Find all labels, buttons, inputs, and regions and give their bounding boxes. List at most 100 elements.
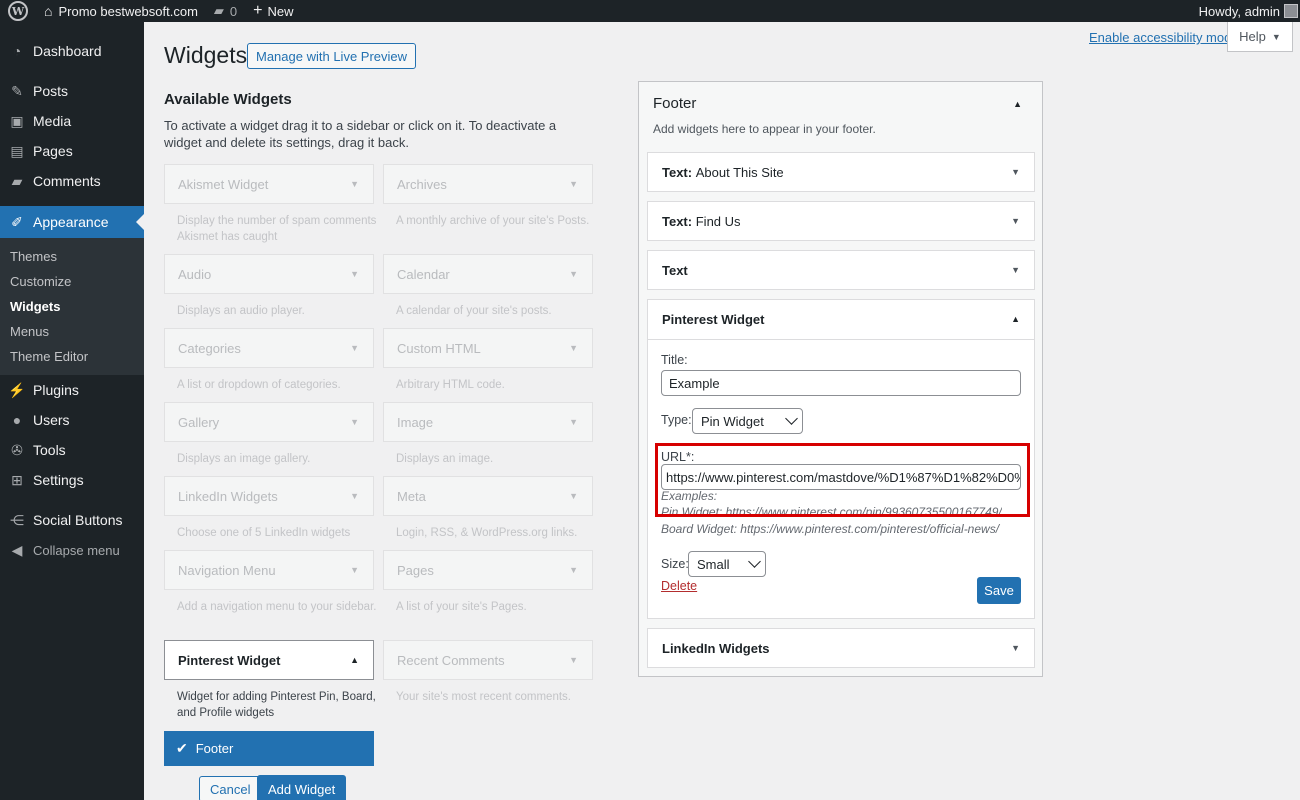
sidebar-item-dashboard[interactable]: ◔ Dashboard xyxy=(0,36,144,66)
sidebar-item-media[interactable]: ▣ Media xyxy=(0,106,144,136)
caret-up-icon[interactable]: ▲ xyxy=(1013,99,1022,109)
site-name-link[interactable]: ⌂ Promo bestwebsoft.com xyxy=(36,0,206,22)
live-preview-button[interactable]: Manage with Live Preview xyxy=(247,43,417,69)
sidebar-item-plugins[interactable]: ⚡ Plugins xyxy=(0,375,144,405)
widget-title: Archives xyxy=(397,176,447,192)
widget-linkedin[interactable]: LinkedIn Widgets ▼ xyxy=(164,476,374,516)
sidebar-item-label: Comments xyxy=(33,173,101,189)
caret-down-icon: ▼ xyxy=(569,269,578,279)
widget-audio[interactable]: Audio ▼ xyxy=(164,254,374,294)
caret-down-icon: ▼ xyxy=(350,343,359,353)
sidebar-item-label: Media xyxy=(33,113,72,129)
widget-description: Displays an image. xyxy=(396,453,494,465)
submenu-item-widgets[interactable]: Widgets xyxy=(0,294,144,319)
add-widget-button[interactable]: Add Widget xyxy=(257,775,347,800)
footer-widget-about[interactable]: Text: About This Site ▼ xyxy=(647,152,1035,192)
footer-sidebar-description: Add widgets here to appear in your foote… xyxy=(653,122,876,136)
chooser-sidebar-footer[interactable]: ✔ Footer xyxy=(164,731,374,766)
widget-title: Gallery xyxy=(178,414,220,430)
howdy-text: Howdy, admin xyxy=(1198,3,1280,19)
sidebar-item-users[interactable]: ● Users xyxy=(0,405,144,435)
sidebar-item-posts[interactable]: ✎ Posts xyxy=(0,76,144,106)
caret-down-icon: ▼ xyxy=(1011,265,1020,275)
widget-akismet[interactable]: Akismet Widget ▼ xyxy=(164,164,374,204)
widget-description: Displays an audio player. xyxy=(177,305,305,317)
sidebar-item-label: Settings xyxy=(33,472,84,488)
comment-bubble-icon: ▰ xyxy=(213,3,224,18)
wordpress-logo[interactable]: W xyxy=(0,0,36,22)
submenu-item-themes[interactable]: Themes xyxy=(0,244,144,269)
size-select[interactable]: Small xyxy=(688,551,766,577)
widget-title: Categories xyxy=(178,340,241,356)
caret-down-icon: ▼ xyxy=(350,565,359,575)
caret-down-icon: ▼ xyxy=(569,417,578,427)
type-label: Type: xyxy=(661,413,692,427)
widget-description: Login, RSS, & WordPress.org links. xyxy=(396,527,578,539)
chevron-down-icon xyxy=(785,412,798,425)
avatar xyxy=(1284,4,1298,18)
submenu-item-menus[interactable]: Menus xyxy=(0,319,144,344)
sidebar-item-comments[interactable]: ▰ Comments xyxy=(0,166,144,196)
widget-gallery[interactable]: Gallery ▼ xyxy=(164,402,374,442)
sidebar-item-appearance[interactable]: ✐ Appearance xyxy=(0,206,144,238)
pin-icon: ✎ xyxy=(11,82,23,99)
collapse-icon: ◀ xyxy=(11,541,23,558)
widget-description: Add a navigation menu to your sidebar. xyxy=(177,601,377,613)
widget-title: Custom HTML xyxy=(397,340,481,356)
sidebar-item-pages[interactable]: ▤ Pages xyxy=(0,136,144,166)
accessibility-mode-link[interactable]: Enable accessibility mode xyxy=(1089,30,1239,45)
widget-title: Navigation Menu xyxy=(178,562,276,578)
collapse-menu-button[interactable]: ◀ Collapse menu xyxy=(0,535,144,565)
comments-link[interactable]: ▰ 0 xyxy=(206,0,245,22)
widget-recent-comments[interactable]: Recent Comments ▼ xyxy=(383,640,593,680)
new-label: New xyxy=(267,3,294,19)
chevron-down-icon xyxy=(748,555,761,568)
pinterest-widget-header[interactable]: Pinterest Widget ▲ xyxy=(648,300,1034,340)
widget-pinterest[interactable]: Pinterest Widget ▲ xyxy=(164,640,374,680)
submenu-item-customize[interactable]: Customize xyxy=(0,269,144,294)
sidebar-item-tools[interactable]: ✇ Tools xyxy=(0,435,144,465)
widget-meta[interactable]: Meta ▼ xyxy=(383,476,593,516)
sidebar-item-label: Posts xyxy=(33,83,69,99)
widget-type-prefix: Text: xyxy=(662,164,693,180)
sidebar-item-social-buttons[interactable]: ⋲ Social Buttons xyxy=(0,505,144,535)
save-button[interactable]: Save xyxy=(977,577,1021,604)
widget-custom-html[interactable]: Custom HTML ▼ xyxy=(383,328,593,368)
users-icon: ● xyxy=(12,412,22,428)
home-icon: ⌂ xyxy=(44,3,53,19)
widget-navigation-menu[interactable]: Navigation Menu ▼ xyxy=(164,550,374,590)
sidebar-item-label: Users xyxy=(33,412,70,428)
footer-widget-find-us[interactable]: Text: Find Us ▼ xyxy=(647,201,1035,241)
size-label: Size: xyxy=(661,557,689,571)
help-tab[interactable]: Help ▼ xyxy=(1227,22,1293,52)
dashboard-icon: ◔ xyxy=(12,43,22,59)
footer-widget-text[interactable]: Text ▼ xyxy=(647,250,1035,290)
plugins-icon: ⚡ xyxy=(8,381,26,398)
footer-widget-linkedin[interactable]: LinkedIn Widgets ▼ xyxy=(647,628,1035,668)
cancel-button[interactable]: Cancel xyxy=(199,776,262,800)
type-select[interactable]: Pin Widget xyxy=(692,408,803,434)
new-content-link[interactable]: + New xyxy=(245,0,301,22)
widget-image[interactable]: Image ▼ xyxy=(383,402,593,442)
admin-bar: W ⌂ Promo bestwebsoft.com ▰ 0 + New Howd… xyxy=(0,0,1300,22)
widget-pages[interactable]: Pages ▼ xyxy=(383,550,593,590)
account-menu[interactable]: Howdy, admin xyxy=(1199,4,1300,19)
title-input[interactable]: Example xyxy=(661,370,1021,396)
wordpress-icon: W xyxy=(8,1,28,21)
widget-title: LinkedIn Widgets xyxy=(178,488,278,504)
delete-link[interactable]: Delete xyxy=(661,579,697,593)
widget-archives[interactable]: Archives ▼ xyxy=(383,164,593,204)
sidebar-item-settings[interactable]: ⊞ Settings xyxy=(0,465,144,495)
comments-count: 0 xyxy=(229,3,238,19)
widget-description: Display the number of spam comments Akis… xyxy=(177,215,377,243)
submenu-item-theme-editor[interactable]: Theme Editor xyxy=(0,344,144,369)
chooser-sidebar-label: Footer xyxy=(195,741,234,756)
caret-down-icon: ▼ xyxy=(569,179,578,189)
widget-description: A list or dropdown of categories. xyxy=(177,379,341,391)
caret-down-icon: ▼ xyxy=(569,343,578,353)
caret-down-icon: ▼ xyxy=(350,491,359,501)
admin-sidebar: ◔ Dashboard ✎ Posts ▣ Media ▤ Pages ▰ Co… xyxy=(0,22,144,800)
caret-up-icon: ▲ xyxy=(350,655,359,665)
widget-categories[interactable]: Categories ▼ xyxy=(164,328,374,368)
widget-calendar[interactable]: Calendar ▼ xyxy=(383,254,593,294)
